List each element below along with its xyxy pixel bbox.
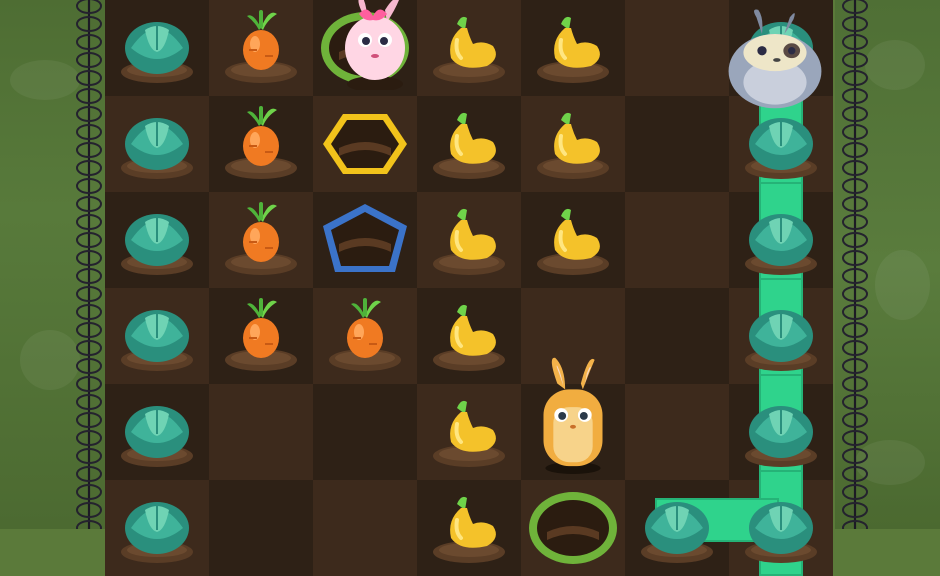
board-cell[interactable] <box>625 288 729 384</box>
squash-icon[interactable] <box>417 384 521 480</box>
orange-bunny-icon[interactable] <box>537 354 609 474</box>
board-cell[interactable] <box>209 480 313 576</box>
board-cell[interactable] <box>625 384 729 480</box>
yellow-hole-icon[interactable] <box>313 96 417 192</box>
cabbage-icon[interactable] <box>729 288 833 384</box>
cabbage-icon[interactable] <box>105 0 209 96</box>
right-fence <box>840 0 870 536</box>
cabbage-icon[interactable] <box>105 480 209 576</box>
cabbage-icon[interactable] <box>105 96 209 192</box>
board-cell[interactable] <box>625 0 729 96</box>
game-board[interactable] <box>105 0 835 576</box>
cabbage-icon[interactable] <box>105 384 209 480</box>
board-cell[interactable] <box>625 96 729 192</box>
carrot-icon[interactable] <box>209 192 313 288</box>
squash-icon[interactable] <box>417 0 521 96</box>
carrot-icon[interactable] <box>209 288 313 384</box>
board-cell[interactable] <box>313 480 417 576</box>
gray-bunny-icon[interactable] <box>719 8 831 112</box>
squash-icon[interactable] <box>417 480 521 576</box>
blue-hole-icon[interactable] <box>313 192 417 288</box>
cabbage-icon[interactable] <box>729 480 833 576</box>
board-cell[interactable] <box>209 384 313 480</box>
board-cell[interactable] <box>625 192 729 288</box>
cabbage-icon[interactable] <box>729 192 833 288</box>
squash-icon[interactable] <box>521 96 625 192</box>
green-hole-icon[interactable] <box>521 480 625 576</box>
carrot-icon[interactable] <box>209 96 313 192</box>
cabbage-icon[interactable] <box>729 384 833 480</box>
left-fence <box>74 0 104 536</box>
squash-icon[interactable] <box>417 192 521 288</box>
squash-icon[interactable] <box>521 0 625 96</box>
cabbage-icon[interactable] <box>625 480 729 576</box>
squash-icon[interactable] <box>417 288 521 384</box>
carrot-icon[interactable] <box>209 0 313 96</box>
squash-icon[interactable] <box>521 192 625 288</box>
board-cell[interactable] <box>313 384 417 480</box>
pink-bunny-icon[interactable] <box>333 0 417 90</box>
cabbage-icon[interactable] <box>105 192 209 288</box>
cabbage-icon[interactable] <box>105 288 209 384</box>
squash-icon[interactable] <box>417 96 521 192</box>
carrot-icon[interactable] <box>313 288 417 384</box>
